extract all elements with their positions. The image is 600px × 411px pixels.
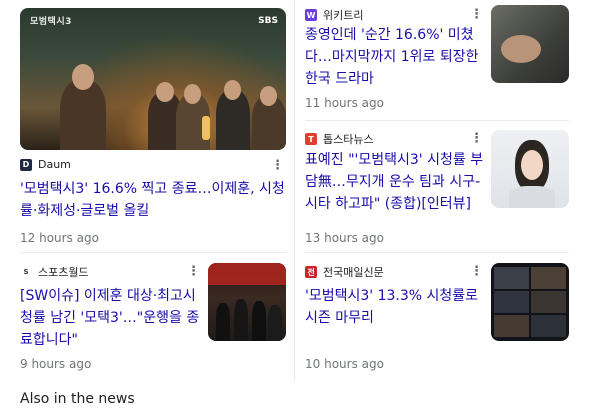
article-title[interactable]: [SW이슈] 이제훈 대상·최고시청률 남긴 '모택3'…"운행을 종료합니다": [20, 285, 205, 351]
more-vert-icon[interactable]: ⋮: [187, 265, 200, 279]
person-figure: [216, 303, 230, 341]
source-label[interactable]: 전 전국매일신문: [305, 264, 384, 280]
article-image[interactable]: 모범택시3 SBS: [20, 8, 286, 150]
source-label[interactable]: W 위키트리: [305, 7, 363, 23]
article-title[interactable]: 표예진 "'모범택시3' 시청률 부담無…무지개 운수 팀과 시구-시타 하고파…: [305, 149, 487, 215]
section-heading: Also in the news: [20, 391, 135, 407]
screen-tile: [531, 291, 566, 313]
article-thumbnail[interactable]: [208, 263, 286, 341]
screen-tile: [531, 315, 566, 337]
source-label[interactable]: S 스포츠월드: [20, 264, 89, 280]
person-figure: [234, 299, 248, 341]
article-time: 12 hours ago: [20, 231, 99, 245]
person-head: [224, 80, 241, 100]
more-vert-icon[interactable]: ⋮: [271, 159, 284, 173]
column-divider: [294, 0, 295, 380]
source-label[interactable]: D Daum: [20, 158, 71, 171]
divider: [305, 120, 569, 121]
wikitree-logo-icon: W: [305, 9, 317, 21]
article-time: 11 hours ago: [305, 96, 384, 110]
topstarnews-logo-icon: T: [305, 133, 317, 145]
article-time: 10 hours ago: [305, 357, 384, 371]
more-vert-icon[interactable]: ⋮: [470, 132, 483, 146]
show-logo: 모범택시3: [30, 17, 72, 27]
source-label[interactable]: T 톱스타뉴스: [305, 131, 374, 147]
stage-banner: [208, 263, 286, 285]
screen-tile: [494, 291, 529, 313]
person-figure: [252, 301, 266, 341]
screen-tile: [494, 315, 529, 337]
body-shape: [509, 186, 555, 208]
person-figure: [268, 305, 282, 341]
jeonmae-logo-icon: 전: [305, 266, 317, 278]
sportsworld-logo-icon: S: [20, 266, 32, 278]
more-vert-icon[interactable]: ⋮: [470, 8, 483, 22]
divider: [20, 252, 286, 253]
trophy-icon: [202, 116, 210, 140]
source-name: 톱스타뉴스: [323, 133, 374, 146]
screen-tile: [531, 267, 566, 289]
article-thumbnail[interactable]: [491, 5, 569, 83]
article-title[interactable]: '모범택시3' 16.6% 찍고 종료…이제훈, 시청률·화제성·글로벌 올킬: [20, 178, 290, 222]
article-title[interactable]: '모범택시3' 13.3% 시청률로 시즌 마무리: [305, 285, 487, 329]
article-time: 13 hours ago: [305, 231, 384, 245]
network-logo: SBS: [258, 16, 278, 26]
article-title[interactable]: 종영인데 '순간 16.6%' 미쳤다…마지막까지 1위로 퇴장한 한국 드라마: [305, 24, 485, 90]
article-thumbnail[interactable]: [491, 263, 569, 341]
screen-tile: [494, 267, 529, 289]
daum-logo-icon: D: [20, 158, 32, 171]
divider: [305, 252, 569, 253]
source-name: 스포츠월드: [38, 266, 89, 279]
more-vert-icon[interactable]: ⋮: [470, 265, 483, 279]
person-head: [184, 84, 201, 104]
person-head: [260, 86, 277, 106]
person-head: [72, 64, 94, 90]
source-name: 전국매일신문: [323, 266, 384, 279]
source-name: 위키트리: [323, 9, 364, 22]
face-shape: [501, 35, 541, 63]
face-shape: [521, 150, 543, 180]
person-head: [156, 82, 174, 102]
article-thumbnail[interactable]: [491, 130, 569, 208]
article-time: 9 hours ago: [20, 357, 92, 371]
source-name: Daum: [38, 158, 71, 171]
person-figure: [60, 80, 106, 150]
